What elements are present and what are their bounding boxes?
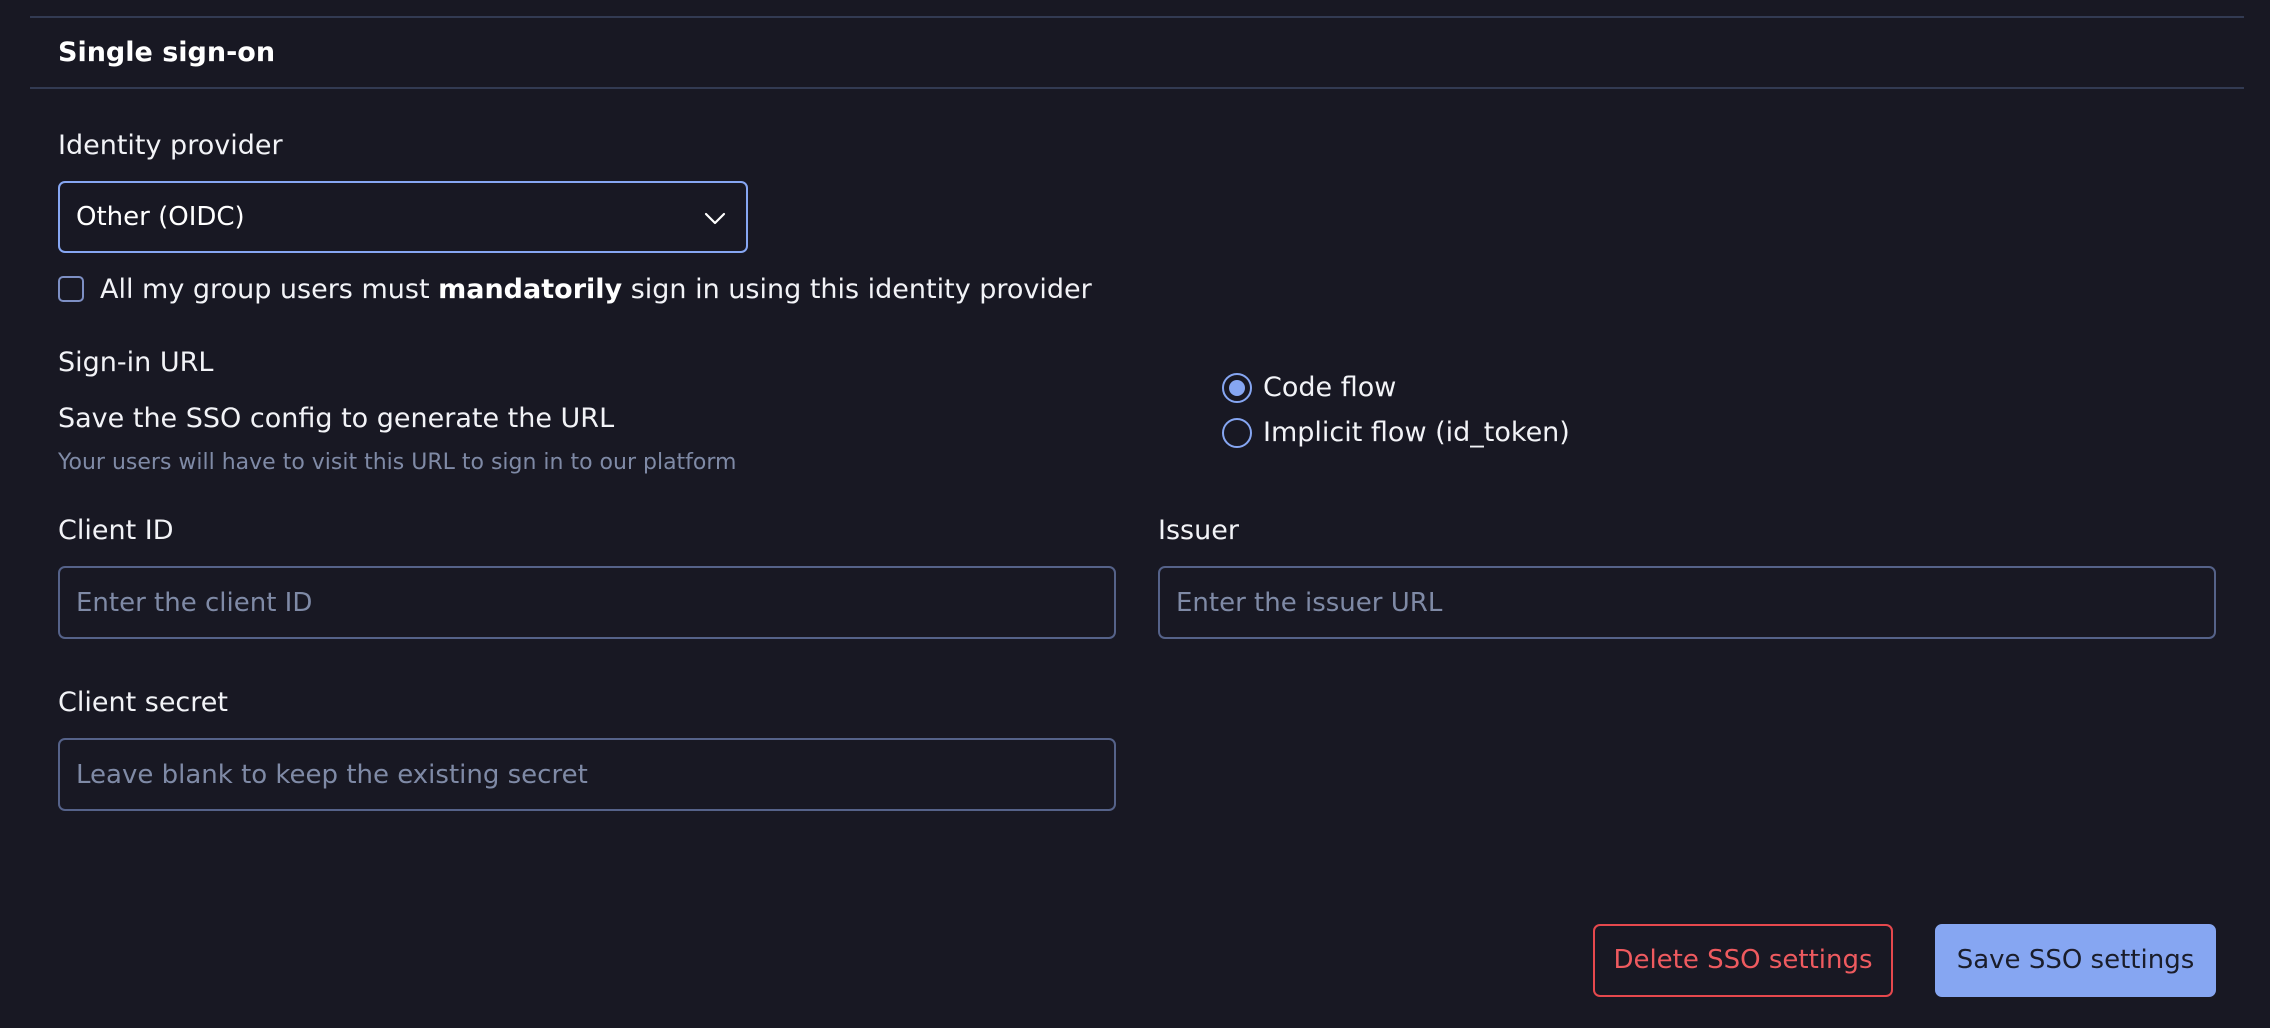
- issuer-input[interactable]: [1158, 566, 2216, 639]
- code-flow-label[interactable]: Code flow: [1263, 370, 1396, 406]
- mandatory-sso-checkbox[interactable]: [58, 276, 84, 302]
- save-sso-settings-button[interactable]: Save SSO settings: [1935, 924, 2216, 997]
- identity-provider-select[interactable]: Other (OIDC): [58, 181, 748, 253]
- client-id-label: Client ID: [58, 515, 174, 546]
- implicit-flow-label[interactable]: Implicit flow (id_token): [1263, 415, 1570, 451]
- implicit-flow-radio[interactable]: [1222, 418, 1252, 448]
- issuer-label: Issuer: [1158, 515, 1239, 546]
- checkbox-text-bold: mandatorily: [438, 274, 623, 305]
- checkbox-text-before: All my group users must: [100, 274, 439, 305]
- sign-in-url-label: Sign-in URL: [58, 347, 214, 378]
- sso-settings-page: Single sign-on Identity provider Other (…: [0, 0, 2270, 1028]
- identity-provider-label: Identity provider: [58, 130, 283, 161]
- sign-in-url-value: Save the SSO config to generate the URL: [58, 403, 615, 434]
- checkbox-text-after: sign in using this identity provider: [622, 274, 1092, 305]
- top-divider: [30, 16, 2244, 18]
- delete-sso-settings-button[interactable]: Delete SSO settings: [1593, 924, 1893, 997]
- mandatory-sso-checkbox-label[interactable]: All my group users must mandatorily sign…: [100, 272, 1092, 308]
- client-secret-input[interactable]: [58, 738, 1116, 811]
- client-id-input[interactable]: [58, 566, 1116, 639]
- sign-in-url-hint: Your users will have to visit this URL t…: [58, 450, 737, 475]
- identity-provider-selected-value: Other (OIDC): [76, 202, 245, 232]
- section-title: Single sign-on: [58, 37, 276, 68]
- chevron-down-icon: [704, 212, 726, 225]
- code-flow-radio[interactable]: [1222, 373, 1252, 403]
- client-secret-label: Client secret: [58, 687, 228, 718]
- section-divider: [30, 87, 2244, 89]
